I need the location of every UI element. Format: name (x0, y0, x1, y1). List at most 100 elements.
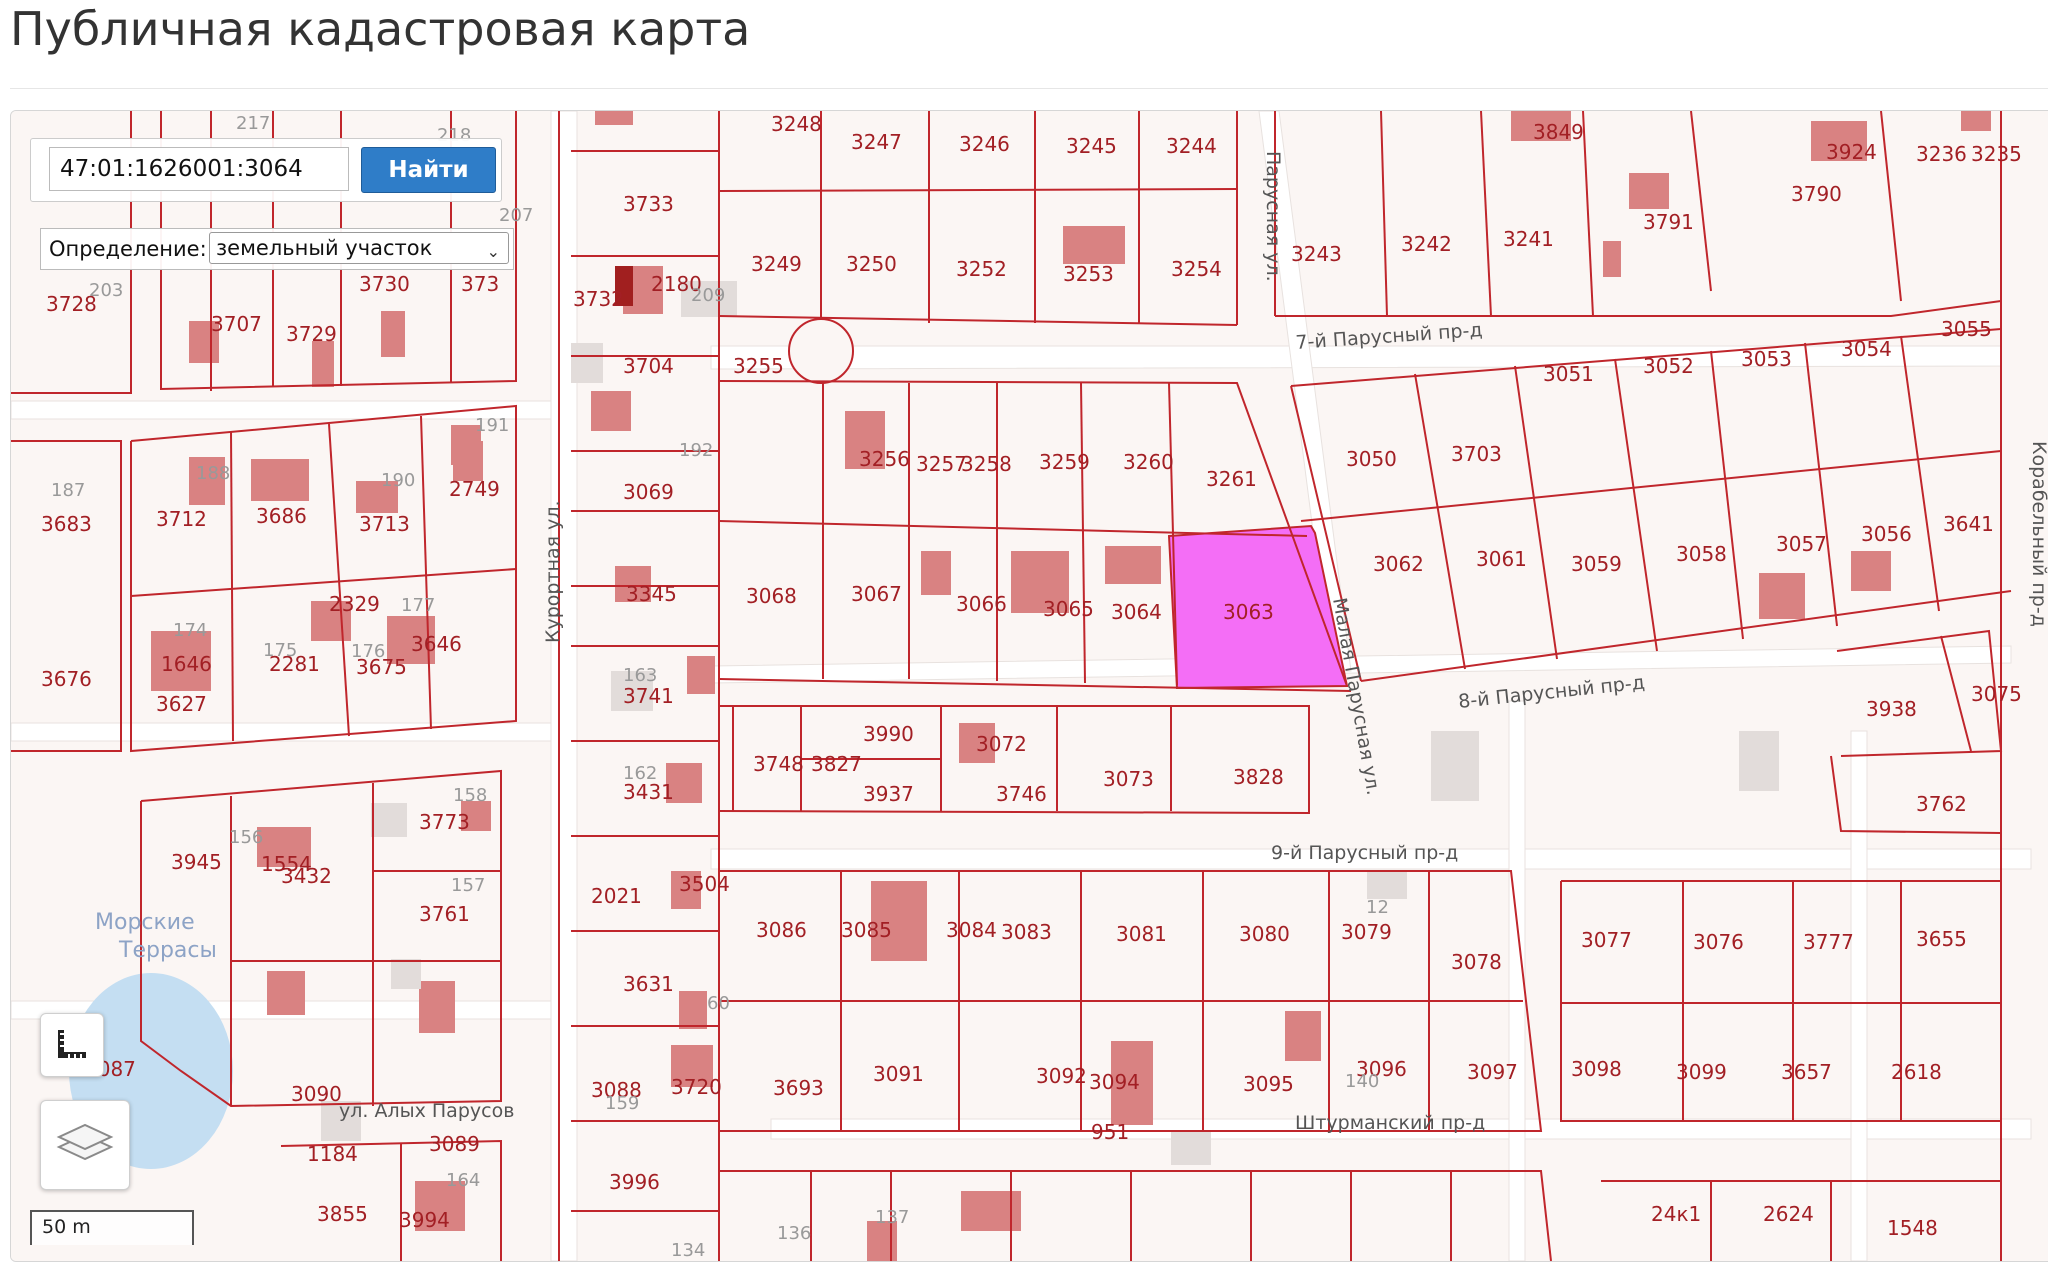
svg-text:3791: 3791 (1643, 210, 1694, 234)
svg-text:3058: 3058 (1676, 542, 1727, 566)
svg-text:3243: 3243 (1291, 242, 1342, 266)
svg-text:Парусная ул.: Парусная ул. (1262, 151, 1284, 282)
svg-text:3062: 3062 (1373, 552, 1424, 576)
svg-text:3065: 3065 (1043, 597, 1094, 621)
cadastral-number-input[interactable] (49, 147, 349, 191)
svg-text:3249: 3249 (751, 252, 802, 276)
svg-text:Корабельный пр-д: Корабельный пр-д (2028, 441, 2048, 627)
svg-text:3059: 3059 (1571, 552, 1622, 576)
svg-text:3076: 3076 (1693, 930, 1744, 954)
svg-text:9-й Парусный пр-д: 9-й Парусный пр-д (1271, 842, 1458, 864)
svg-text:159: 159 (605, 1093, 639, 1114)
svg-text:3703: 3703 (1451, 442, 1502, 466)
svg-text:207: 207 (499, 205, 533, 226)
svg-text:3761: 3761 (419, 902, 470, 926)
svg-text:Штурманский пр-д: Штурманский пр-д (1295, 1112, 1485, 1134)
svg-text:951: 951 (1091, 1120, 1129, 1144)
definition-selected-value: земельный участок (216, 236, 433, 260)
svg-text:3996: 3996 (609, 1170, 660, 1194)
svg-text:3089: 3089 (429, 1132, 480, 1156)
svg-text:3057: 3057 (1776, 532, 1827, 556)
svg-text:156: 156 (229, 827, 263, 848)
svg-text:209: 209 (691, 285, 725, 306)
svg-text:3729: 3729 (286, 322, 337, 346)
svg-text:3693: 3693 (773, 1076, 824, 1100)
svg-text:3078: 3078 (1451, 950, 1502, 974)
svg-text:3073: 3073 (1103, 767, 1154, 791)
svg-text:3054: 3054 (1841, 337, 1892, 361)
svg-text:3631: 3631 (623, 972, 674, 996)
ruler-tool-button[interactable] (40, 1013, 104, 1077)
svg-text:3730: 3730 (359, 272, 410, 296)
svg-text:3090: 3090 (291, 1082, 342, 1106)
svg-text:3938: 3938 (1866, 697, 1917, 721)
svg-text:3937: 3937 (863, 782, 914, 806)
svg-text:3855: 3855 (317, 1202, 368, 1226)
svg-text:137: 137 (875, 1207, 909, 1228)
layers-tool-button[interactable] (40, 1100, 130, 1190)
svg-text:162: 162 (623, 763, 657, 784)
svg-text:140: 140 (1345, 1071, 1379, 1092)
svg-text:3086: 3086 (756, 918, 807, 942)
svg-text:3245: 3245 (1066, 134, 1117, 158)
svg-text:176: 176 (351, 641, 385, 662)
svg-text:Морские: Морские (95, 910, 195, 935)
svg-text:3686: 3686 (256, 504, 307, 528)
svg-text:163: 163 (623, 665, 657, 686)
svg-text:188: 188 (196, 463, 230, 484)
svg-text:2749: 2749 (449, 477, 500, 501)
svg-text:ул. Алых Парусов: ул. Алых Парусов (339, 1100, 514, 1122)
cadastral-map[interactable]: 3248 3247 3246 3245 3244 3849 3924 3236 … (10, 110, 2048, 1262)
svg-text:3246: 3246 (959, 132, 1010, 156)
svg-text:3252: 3252 (956, 257, 1007, 281)
svg-text:3655: 3655 (1916, 927, 1967, 951)
ruler-icon (58, 1030, 86, 1058)
svg-text:3257: 3257 (916, 452, 967, 476)
svg-text:134: 134 (671, 1240, 705, 1261)
svg-text:3704: 3704 (623, 354, 674, 378)
svg-text:3094: 3094 (1089, 1070, 1140, 1094)
svg-text:136: 136 (777, 1223, 811, 1244)
svg-text:3990: 3990 (863, 722, 914, 746)
svg-text:3053: 3053 (1741, 347, 1792, 371)
svg-text:3247: 3247 (851, 130, 902, 154)
svg-text:3849: 3849 (1533, 120, 1584, 144)
svg-text:3720: 3720 (671, 1075, 722, 1099)
svg-text:3255: 3255 (733, 354, 784, 378)
svg-text:174: 174 (173, 620, 207, 641)
scale-label: 50 m (42, 1216, 91, 1238)
svg-text:3051: 3051 (1543, 362, 1594, 386)
svg-text:3069: 3069 (623, 480, 674, 504)
svg-text:217: 217 (236, 113, 270, 134)
svg-text:203: 203 (89, 280, 123, 301)
map-canvas[interactable]: 3248 3247 3246 3245 3244 3849 3924 3236 … (11, 111, 2048, 1261)
svg-text:3056: 3056 (1861, 522, 1912, 546)
svg-text:3741: 3741 (623, 684, 674, 708)
svg-text:3773: 3773 (419, 810, 470, 834)
svg-text:3828: 3828 (1233, 765, 1284, 789)
svg-text:3080: 3080 (1239, 922, 1290, 946)
svg-text:3260: 3260 (1123, 450, 1174, 474)
find-button[interactable]: Найти (361, 147, 496, 193)
svg-text:191: 191 (475, 415, 509, 436)
svg-text:3641: 3641 (1943, 512, 1994, 536)
svg-text:3236: 3236 (1916, 142, 1967, 166)
svg-text:3079: 3079 (1341, 920, 1392, 944)
svg-text:3256: 3256 (859, 447, 910, 471)
svg-text:24к1: 24к1 (1651, 1202, 1701, 1226)
svg-text:2021: 2021 (591, 884, 642, 908)
svg-text:3259: 3259 (1039, 450, 1090, 474)
svg-text:3732: 3732 (573, 287, 624, 311)
svg-text:190: 190 (381, 470, 415, 491)
svg-text:3241: 3241 (1503, 227, 1554, 251)
definition-select[interactable]: земельный участок ⌄ (209, 232, 509, 264)
svg-text:3762: 3762 (1916, 792, 1967, 816)
svg-text:3099: 3099 (1676, 1060, 1727, 1084)
svg-text:3261: 3261 (1206, 467, 1257, 491)
svg-text:3707: 3707 (211, 312, 262, 336)
svg-text:1184: 1184 (307, 1142, 358, 1166)
search-panel: Найти (30, 138, 502, 202)
svg-text:3085: 3085 (841, 918, 892, 942)
svg-text:3746: 3746 (996, 782, 1047, 806)
svg-text:3733: 3733 (623, 192, 674, 216)
